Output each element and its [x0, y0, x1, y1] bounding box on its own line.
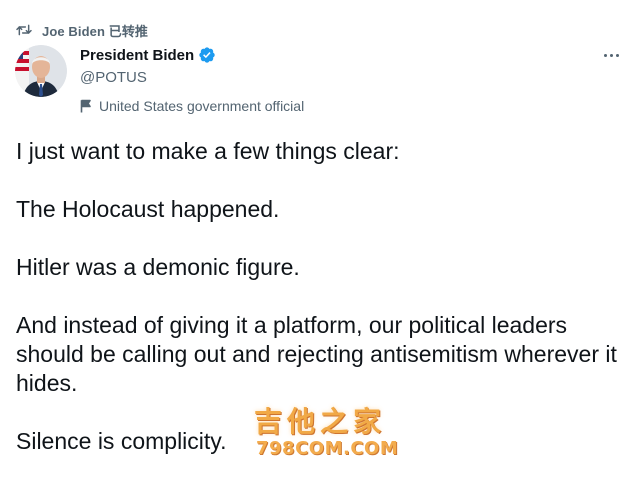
government-label[interactable]: United States government official	[80, 96, 600, 116]
more-options-icon	[603, 53, 607, 57]
author-name-row[interactable]: President Biden	[80, 44, 600, 66]
tweet-header: President Biden @POTUS United States gov…	[80, 44, 600, 116]
author-display-name[interactable]: President Biden	[80, 47, 194, 64]
retweet-icon	[16, 23, 32, 37]
retweet-context[interactable]: Joe Biden 已转推	[16, 20, 148, 40]
more-options-icon-dot	[609, 53, 613, 57]
flag-icon	[80, 99, 99, 113]
tweet-paragraph: Silence is complicity.	[16, 428, 227, 454]
author-handle[interactable]: @POTUS	[80, 67, 600, 89]
tweet-paragraph: I just want to make a few things clear:	[16, 138, 400, 164]
tweet-paragraph: Hitler was a demonic figure.	[16, 254, 300, 280]
tweet-paragraph: And instead of giving it a platform, our…	[16, 312, 617, 396]
tweet-paragraph: The Holocaust happened.	[16, 196, 280, 222]
government-label-text: United States government official	[99, 98, 305, 114]
verified-badge-icon	[194, 46, 216, 64]
tweet-text: I just want to make a few things clear: …	[16, 137, 628, 485]
retweet-label: Joe Biden 已转推	[42, 23, 149, 39]
avatar[interactable]	[15, 45, 67, 97]
more-options-button[interactable]	[600, 45, 622, 65]
more-options-icon-dot	[615, 53, 619, 57]
